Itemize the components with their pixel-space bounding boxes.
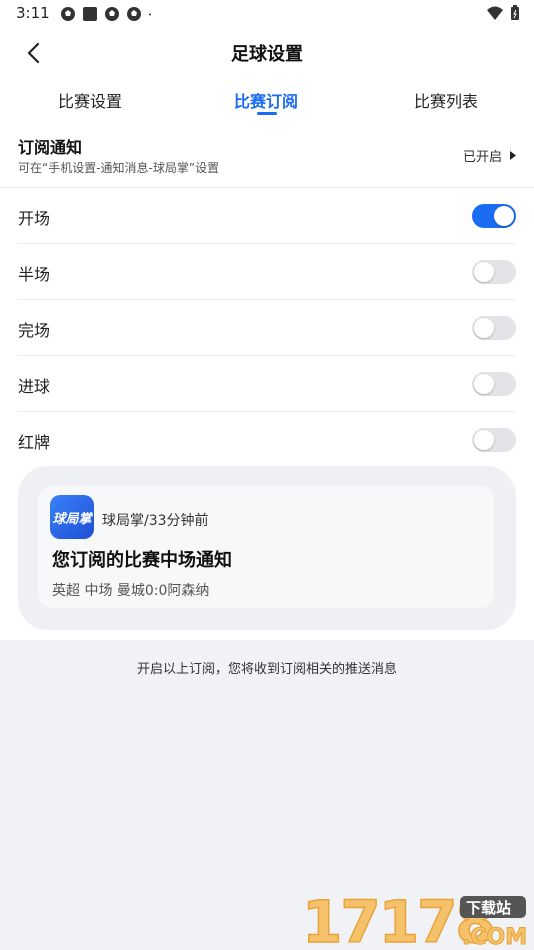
- footer-note: 开启以上订阅，您将收到订阅相关的推送消息: [136, 662, 397, 677]
- toggle-label: 进球: [18, 377, 51, 396]
- app-square-icon: [83, 7, 97, 21]
- status-bar: 3:11: [0, 0, 534, 28]
- toggle-knob: [494, 206, 514, 226]
- site-watermark-logo: 17178 下载站 .COM: [302, 890, 528, 948]
- notification-icons: [60, 6, 156, 22]
- toggle-label: 半场: [18, 265, 51, 284]
- battery-icon: [511, 5, 519, 20]
- kickoff-toggle[interactable]: [472, 204, 516, 228]
- notification-preview: 球局掌 球局掌/33分钟前 您订阅的比赛中场通知 英超 中场 曼城0:0阿森纳: [18, 466, 516, 630]
- toggle-knob: [474, 430, 494, 450]
- halftime-toggle[interactable]: [472, 260, 516, 284]
- football-icon: [61, 7, 75, 21]
- subscription-subtitle: 可在“手机设置-通知消息-球局掌”设置: [18, 161, 220, 175]
- toggle-label: 完场: [18, 321, 51, 340]
- notification-card: 球局掌 球局掌/33分钟前 您订阅的比赛中场通知 英超 中场 曼城0:0阿森纳: [38, 486, 494, 608]
- status-time: 3:11: [16, 4, 50, 22]
- tab-match-settings[interactable]: 比赛设置: [58, 88, 122, 112]
- header: 足球设置: [0, 30, 534, 74]
- toggle-row-halftime: 半场: [0, 244, 534, 300]
- toggle-row-kickoff: 开场: [0, 188, 534, 244]
- toggle-knob: [474, 318, 494, 338]
- toggle-row-goal: 进球: [0, 356, 534, 412]
- football-icon: [127, 7, 141, 21]
- notification-title: 您订阅的比赛中场通知: [52, 550, 232, 571]
- goal-toggle[interactable]: [472, 372, 516, 396]
- subscription-status: 已开启: [462, 150, 502, 165]
- toggle-knob: [474, 262, 494, 282]
- notification-meta: 球局掌/33分钟前: [102, 513, 209, 529]
- tab-match-list[interactable]: 比赛列表: [414, 88, 478, 112]
- subscription-notice-row[interactable]: 订阅通知 可在“手机设置-通知消息-球局掌”设置 已开启: [0, 128, 534, 188]
- svg-text:下载站: 下载站: [466, 899, 511, 917]
- app-logo: 球局掌: [50, 495, 94, 539]
- toggle-row-red-card: 红牌: [0, 412, 534, 468]
- toggle-label: 开场: [18, 209, 51, 228]
- fulltime-toggle[interactable]: [472, 316, 516, 340]
- notification-body: 英超 中场 曼城0:0阿森纳: [52, 583, 210, 599]
- system-icons: [486, 5, 520, 21]
- subscription-status-link[interactable]: 已开启: [463, 146, 516, 165]
- tab-indicator: [257, 112, 277, 115]
- tab-bar: 比赛设置 比赛订阅 比赛列表: [0, 84, 534, 120]
- more-dot-icon: [149, 13, 151, 16]
- toggle-knob: [474, 374, 494, 394]
- subscription-title: 订阅通知: [18, 138, 83, 157]
- football-icon: [105, 7, 119, 21]
- page-title: 足球设置: [231, 44, 303, 65]
- wifi-icon: [487, 6, 503, 20]
- tab-match-subscription[interactable]: 比赛订阅: [234, 88, 298, 112]
- caret-right-icon: [510, 151, 516, 160]
- svg-text:.COM: .COM: [462, 925, 527, 948]
- toggle-label: 红牌: [18, 433, 51, 452]
- red-card-toggle[interactable]: [472, 428, 516, 452]
- toggle-row-fulltime: 完场: [0, 300, 534, 356]
